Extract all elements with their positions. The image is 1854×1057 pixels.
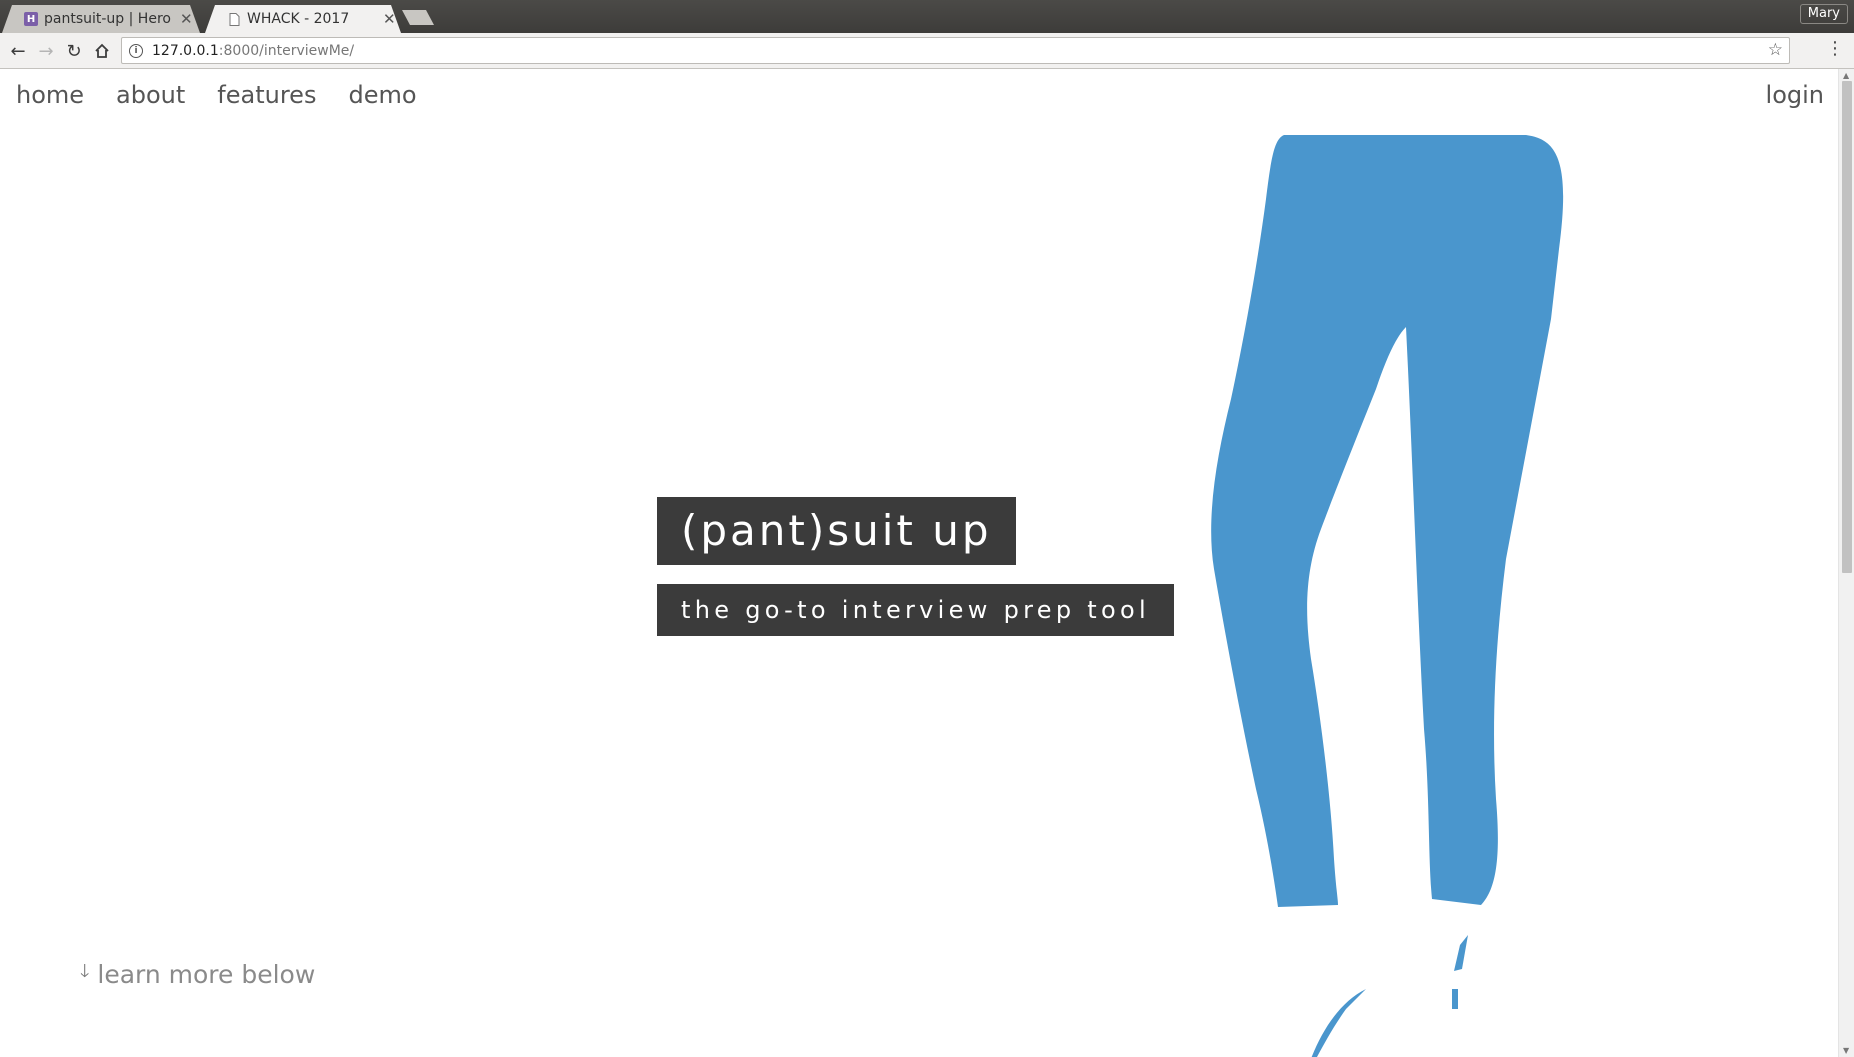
profile-button[interactable]: Mary <box>1799 4 1848 24</box>
learn-more-label: learn more below <box>97 959 316 989</box>
close-icon[interactable]: ✕ <box>180 10 193 28</box>
bookmark-star-icon[interactable]: ☆ <box>1768 40 1783 60</box>
hero-subtitle: the go-to interview prep tool <box>657 584 1174 636</box>
browser-toolbar: ← → ↻ i 127.0.0.1:8000/interviewMe/ ☆ ⋮ <box>0 33 1854 69</box>
scroll-up-icon[interactable]: ▲ <box>1843 71 1849 80</box>
reload-icon[interactable]: ↻ <box>63 40 85 62</box>
address-bar[interactable]: i 127.0.0.1:8000/interviewMe/ ☆ <box>121 37 1790 64</box>
info-icon[interactable]: i <box>129 43 143 58</box>
tab-whack-2017[interactable]: WHACK - 2017 ✕ <box>205 5 401 33</box>
arrow-down-icon: 🡓 <box>80 961 90 982</box>
browser-tab-strip: H pantsuit-up | Herok ✕ WHACK - 2017 ✕ M… <box>0 0 1854 33</box>
url-text: 127.0.0.1:8000/interviewMe/ <box>152 42 355 59</box>
new-tab-button[interactable] <box>402 10 434 25</box>
learn-more-link[interactable]: 🡓 learn more below <box>80 959 315 989</box>
forward-icon[interactable]: → <box>35 40 57 62</box>
tab-title: WHACK - 2017 <box>247 11 350 27</box>
nav-features[interactable]: features <box>217 81 316 109</box>
nav-home[interactable]: home <box>16 81 84 109</box>
main-nav: home about features demo <box>16 81 417 109</box>
tab-title: pantsuit-up | Herok <box>44 11 172 27</box>
page-scrollbar[interactable]: ▲ ▼ <box>1838 69 1854 1057</box>
page-viewport: home about features demo login (pant)sui… <box>0 69 1838 1057</box>
scroll-down-icon[interactable]: ▼ <box>1843 1046 1849 1055</box>
tab-pantsuit-up[interactable]: H pantsuit-up | Herok ✕ <box>2 5 200 33</box>
nav-about[interactable]: about <box>116 81 185 109</box>
close-icon[interactable]: ✕ <box>383 10 396 28</box>
browser-menu-icon[interactable]: ⋮ <box>1826 40 1844 58</box>
home-icon[interactable] <box>91 40 113 62</box>
scrollbar-thumb[interactable] <box>1842 81 1852 573</box>
page-icon <box>227 12 241 26</box>
nav-demo[interactable]: demo <box>348 81 416 109</box>
hero-title: (pant)suit up <box>657 497 1016 565</box>
login-link[interactable]: login <box>1766 81 1824 109</box>
heroku-icon: H <box>24 12 38 26</box>
back-icon[interactable]: ← <box>7 40 29 62</box>
blue-pants-illustration <box>1211 135 1564 1057</box>
